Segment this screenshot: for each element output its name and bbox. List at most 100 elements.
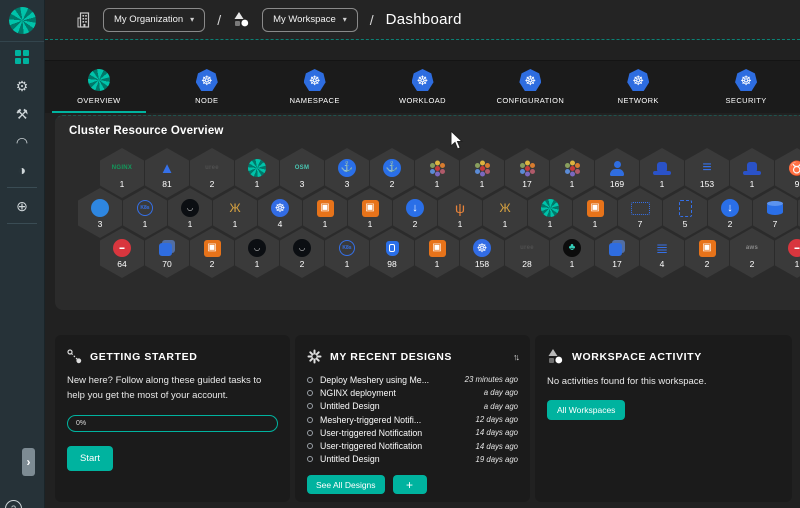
breadcrumb-separator: / [217, 12, 221, 28]
resource-hex-stack[interactable]: 70 [145, 228, 189, 278]
harbor-icon: ⚓ [383, 157, 401, 179]
download-icon: ↓ [721, 197, 739, 219]
awsbox-icon: ▣ [699, 237, 716, 259]
sidebar-item-conformance[interactable]: ◑ [0, 157, 44, 182]
dotrect-icon-shape [631, 202, 650, 215]
resource-count: 1 [255, 260, 260, 269]
resource-hex-bee[interactable]: Ж1 [483, 188, 527, 238]
tab-security[interactable]: ☸SECURITY [692, 61, 800, 113]
resource-hex-lungs[interactable]: ♣1 [550, 228, 594, 278]
resource-hex-fedora[interactable]: 1 [640, 148, 684, 198]
tab-workload[interactable]: ☸WORKLOAD [369, 61, 477, 113]
resource-hex-dots[interactable]: 1 [460, 148, 504, 198]
sidebar-item-lifecycle[interactable]: ⚙ [0, 73, 44, 98]
help-icon[interactable]: ? [5, 500, 22, 508]
resource-hex-fedora[interactable]: 1 [730, 148, 774, 198]
resource-hex-cyl[interactable]: 7 [753, 188, 797, 238]
resource-hex-k8sring[interactable]: K8s1 [123, 188, 167, 238]
resource-hex-list[interactable]: ≡153 [685, 148, 729, 198]
resource-hex-redcircle[interactable]: ▬64 [100, 228, 144, 278]
resource-hex-k8s[interactable]: ☸4 [258, 188, 302, 238]
all-workspaces-button[interactable]: All Workspaces [547, 400, 625, 420]
tab-configuration[interactable]: ☸CONFIGURATION [476, 61, 584, 113]
kubernetes-icon: ☸ [304, 69, 326, 91]
faded-icon: uree [520, 237, 534, 259]
resource-count: 81 [162, 180, 171, 189]
sort-icon[interactable]: ↑↓ [513, 352, 518, 362]
sidebar-item-performance[interactable]: ◠ [0, 129, 44, 154]
performance-icon: ◠ [16, 135, 28, 149]
sidebar-items: ⚙ ⚒ ◠ ◑ ⊕ [0, 45, 44, 224]
meshery-icon-shape [248, 159, 266, 177]
cyl-icon [767, 197, 783, 219]
sidebar-item-dashboard[interactable] [0, 45, 44, 70]
resource-hex-k8sring[interactable]: K8s1 [325, 228, 369, 278]
resource-hex-k8s[interactable]: ☸158 [460, 228, 504, 278]
faded-icon: uree [205, 157, 219, 179]
resource-count: 1 [435, 180, 440, 189]
resource-hex-shield[interactable]: 98 [370, 228, 414, 278]
resource-hex-meshery[interactable]: 1 [235, 148, 279, 198]
resource-hex-tree[interactable]: ψ1 [438, 188, 482, 238]
resource-hex-stack[interactable]: 17 [595, 228, 639, 278]
daemon-icon-shape: ♉ [788, 161, 800, 175]
resource-hex-meshery[interactable]: 1 [528, 188, 572, 238]
resource-hex-nginx[interactable]: NGINX1 [100, 148, 144, 198]
sidebar-item-extensions[interactable]: ⊕ [0, 193, 44, 218]
resource-hex-dashrect[interactable]: 5 [663, 188, 707, 238]
resource-hex-awsbox[interactable]: ▣2 [685, 228, 729, 278]
design-timestamp: 14 days ago [476, 428, 518, 437]
resource-hex-argo[interactable]: ▲81 [145, 148, 189, 198]
resource-hex-github[interactable]: ◡1 [235, 228, 279, 278]
design-row[interactable]: User-triggered Notification14 days ago [307, 439, 518, 452]
sidebar-expand-button[interactable]: › [22, 448, 35, 476]
organization-dropdown[interactable]: My Organization ▾ [103, 8, 205, 32]
resource-hex-awsbox[interactable]: ▣1 [573, 188, 617, 238]
resource-hex-github[interactable]: ◡2 [280, 228, 324, 278]
resource-hex-harbor[interactable]: ⚓3 [325, 148, 369, 198]
tab-overview[interactable]: OVERVIEW [45, 61, 153, 113]
design-row[interactable]: Untitled Design19 days ago [307, 453, 518, 466]
see-all-designs-button[interactable]: See All Designs [307, 475, 385, 494]
resource-hex-faded[interactable]: uree2 [190, 148, 234, 198]
resource-hex-cake[interactable]: ≣4 [640, 228, 684, 278]
sidebar-item-configuration[interactable]: ⚒ [0, 101, 44, 126]
design-row[interactable]: Meshery-triggered Notifi...12 days ago [307, 413, 518, 426]
resource-hex-github[interactable]: ◡1 [168, 188, 212, 238]
resource-hex-bee[interactable]: Ж1 [213, 188, 257, 238]
resource-count: 1 [660, 180, 665, 189]
resource-hex-aws[interactable]: aws2 [730, 228, 774, 278]
design-row[interactable]: NGINX deploymenta day ago [307, 386, 518, 399]
resource-hex-awsbox[interactable]: ▣1 [348, 188, 392, 238]
resource-hex-osm[interactable]: OSM3 [280, 148, 324, 198]
resource-hex-awsbox[interactable]: ▣1 [303, 188, 347, 238]
resource-hex-dots[interactable]: 17 [505, 148, 549, 198]
resource-hex-person[interactable]: 169 [595, 148, 639, 198]
resource-hex-download[interactable]: ↓2 [393, 188, 437, 238]
resource-hex-dotrect[interactable]: 7 [618, 188, 662, 238]
tab-node[interactable]: ☸NODE [153, 61, 261, 113]
resource-hex-awsbox[interactable]: ▣1 [415, 228, 459, 278]
workspace-dropdown[interactable]: My Workspace ▾ [262, 8, 358, 32]
resource-hex-dots[interactable]: 1 [550, 148, 594, 198]
resource-hex-faded[interactable]: uree28 [505, 228, 549, 278]
add-design-button[interactable]: + [393, 475, 427, 494]
tab-network[interactable]: ☸NETWORK [584, 61, 692, 113]
meshery-logo-icon [9, 7, 36, 34]
resource-hex-awsbox[interactable]: ▣2 [190, 228, 234, 278]
download-icon: ↓ [406, 197, 424, 219]
design-row[interactable]: Deploy Meshery using Me...23 minutes ago [307, 373, 518, 386]
resource-count: 1 [570, 180, 575, 189]
progress-expander[interactable]: 0% [67, 415, 278, 432]
tab-namespace[interactable]: ☸NAMESPACE [261, 61, 369, 113]
start-button[interactable]: Start [67, 446, 113, 471]
resource-count: 158 [475, 260, 489, 269]
resource-hex-dots[interactable]: 1 [415, 148, 459, 198]
resource-hex-harbor[interactable]: ⚓2 [370, 148, 414, 198]
design-row[interactable]: User-triggered Notification14 days ago [307, 426, 518, 439]
design-row[interactable]: Untitled Designa day ago [307, 400, 518, 413]
resource-hex-globe[interactable]: 3 [78, 188, 122, 238]
meshery-logo[interactable] [0, 0, 44, 42]
resource-hex-download[interactable]: ↓2 [708, 188, 752, 238]
header: My Organization ▾ / My Workspace ▾ / Das… [45, 0, 800, 40]
